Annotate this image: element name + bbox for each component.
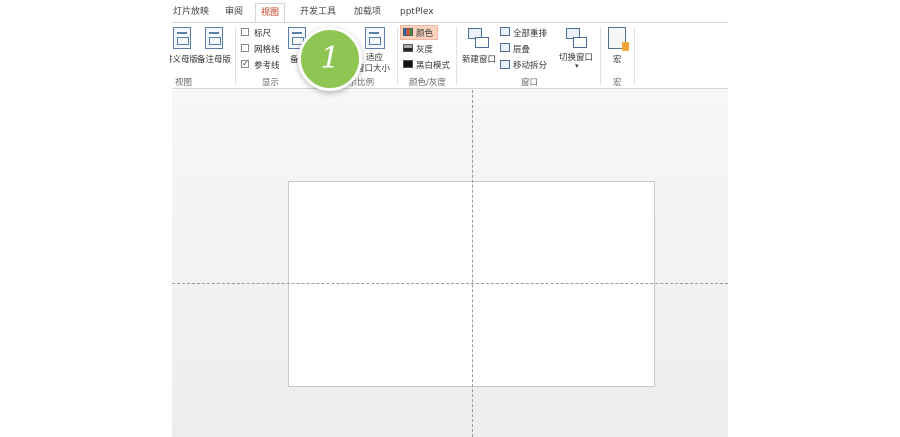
tab-developer[interactable]: 开发工具 — [295, 3, 341, 23]
tab-add-ins[interactable]: 加载项 — [349, 3, 386, 23]
switch-windows-icon[interactable] — [566, 28, 588, 50]
color-group-label: 颜色/灰度 — [409, 78, 446, 88]
black-white-button[interactable]: 黑白模式 — [416, 59, 450, 71]
group-divider — [600, 27, 601, 85]
arrange-all-icon — [500, 27, 510, 36]
gridlines-checkbox[interactable] — [241, 44, 249, 52]
color-swatch-icon — [403, 28, 413, 36]
notes-master-button[interactable]: 备注母版 — [197, 53, 231, 65]
arrange-all-button[interactable]: 全部重排 — [513, 27, 547, 39]
views-group-label: 视图 — [174, 78, 192, 88]
group-divider — [634, 27, 635, 85]
ruler-label: 标尺 — [254, 29, 272, 39]
tab-pptplex[interactable]: pptPlex — [395, 3, 439, 23]
vertical-guide[interactable] — [472, 90, 473, 437]
ribbon-view: 讲义母版 备注母版 视图 标尺 网格线 ✓ 参考线 备 显示 适应 窗口大小 显… — [170, 22, 728, 89]
color-button[interactable]: 颜色 — [416, 27, 433, 39]
guides-checkbox[interactable]: ✓ — [241, 60, 249, 68]
ribbon-tab-strip: 灯片放映 审阅 视图 开发工具 加载项 pptPlex — [172, 3, 728, 24]
guides-label: 参考线 — [254, 61, 280, 71]
move-split-button[interactable]: 移动拆分 — [513, 59, 547, 71]
horizontal-guide[interactable] — [172, 283, 728, 284]
group-divider — [397, 27, 398, 85]
macros-icon[interactable] — [608, 27, 629, 51]
new-window-icon[interactable] — [468, 28, 490, 50]
gridlines-label: 网格线 — [254, 45, 280, 55]
macros-button[interactable]: 宏 — [613, 53, 622, 65]
new-window-button[interactable]: 新建窗口 — [462, 53, 496, 65]
ruler-checkbox[interactable] — [241, 28, 249, 36]
notes-master-icon[interactable] — [205, 27, 223, 49]
tab-slide-show[interactable]: 灯片放映 — [168, 3, 214, 23]
window-group-label: 窗口 — [521, 78, 539, 88]
powerpoint-window: 灯片放映 审阅 视图 开发工具 加载项 pptPlex 讲义母版 备注母版 视图… — [0, 0, 900, 437]
chevron-down-icon[interactable]: ▾ — [575, 62, 579, 70]
fit-window-icon[interactable] — [365, 27, 385, 49]
move-split-icon — [500, 60, 510, 69]
tab-view[interactable]: 视图 — [255, 3, 286, 24]
group-divider — [456, 27, 457, 85]
handout-master-icon[interactable] — [173, 27, 191, 49]
black-white-icon — [403, 60, 413, 68]
tab-review[interactable]: 审阅 — [220, 3, 248, 23]
grayscale-button[interactable]: 灰度 — [416, 43, 433, 55]
handout-master-button[interactable]: 讲义母版 — [170, 53, 198, 65]
macros-group-label: 宏 — [613, 78, 622, 88]
cascade-button[interactable]: 层叠 — [513, 43, 530, 55]
cascade-icon — [500, 43, 510, 52]
grayscale-icon — [403, 44, 413, 52]
step-callout-badge: 1 — [298, 27, 362, 91]
group-divider — [235, 27, 236, 85]
show-group-label: 显示 — [262, 78, 280, 88]
